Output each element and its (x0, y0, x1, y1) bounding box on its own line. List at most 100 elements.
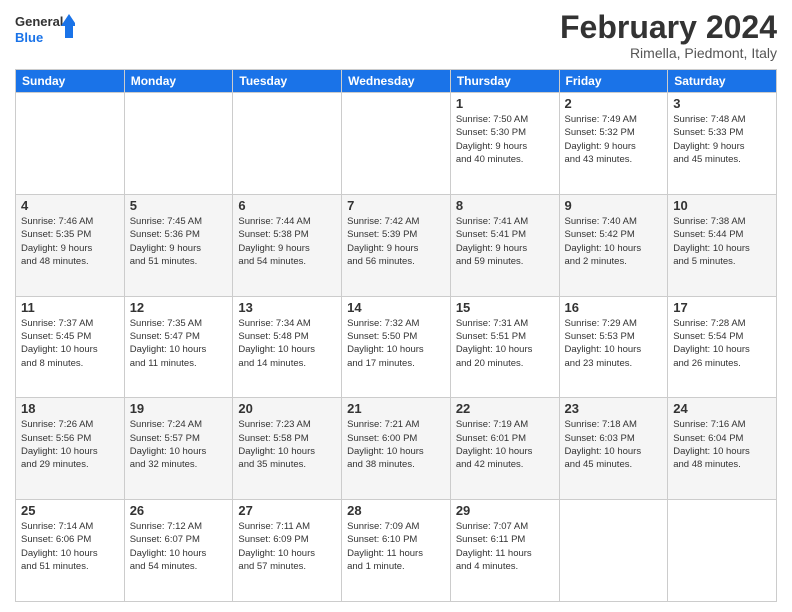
day-number: 26 (130, 503, 228, 518)
day-info: Sunrise: 7:09 AM Sunset: 6:10 PM Dayligh… (347, 520, 445, 573)
day-number: 6 (238, 198, 336, 213)
day-number: 13 (238, 300, 336, 315)
day-number: 4 (21, 198, 119, 213)
week-row-5: 25 Sunrise: 7:14 AM Sunset: 6:06 PM Dayli… (16, 500, 777, 602)
day-number: 15 (456, 300, 554, 315)
subtitle: Rimella, Piedmont, Italy (560, 45, 777, 61)
day-info: Sunrise: 7:48 AM Sunset: 5:33 PM Dayligh… (673, 113, 771, 166)
day-info: Sunrise: 7:19 AM Sunset: 6:01 PM Dayligh… (456, 418, 554, 471)
calendar-cell: 6 Sunrise: 7:44 AM Sunset: 5:38 PM Daylig… (233, 194, 342, 296)
calendar-cell: 27Sunrise: 7:11 AM Sunset: 6:09 PM Dayli… (233, 500, 342, 602)
calendar-cell: 22 Sunrise: 7:19 AM Sunset: 6:01 PM Dayli… (450, 398, 559, 500)
calendar-cell: 17 Sunrise: 7:28 AM Sunset: 5:54 PM Dayli… (668, 296, 777, 398)
weekday-header-wednesday: Wednesday (342, 70, 451, 93)
calendar-header: SundayMondayTuesdayWednesdayThursdayFrid… (16, 70, 777, 93)
day-info: Sunrise: 7:18 AM Sunset: 6:03 PM Dayligh… (565, 418, 663, 471)
calendar-cell: 16 Sunrise: 7:29 AM Sunset: 5:53 PM Dayli… (559, 296, 668, 398)
calendar-cell: 28 Sunrise: 7:09 AM Sunset: 6:10 PM Dayli… (342, 500, 451, 602)
calendar-cell: 20 Sunrise: 7:23 AM Sunset: 5:58 PM Dayli… (233, 398, 342, 500)
day-number: 12 (130, 300, 228, 315)
day-info: Sunrise: 7:28 AM Sunset: 5:54 PM Dayligh… (673, 317, 771, 370)
calendar-cell: 2 Sunrise: 7:49 AM Sunset: 5:32 PM Daylig… (559, 93, 668, 195)
day-number: 5 (130, 198, 228, 213)
day-info: Sunrise: 7:50 AM Sunset: 5:30 PM Dayligh… (456, 113, 554, 166)
weekday-header-monday: Monday (124, 70, 233, 93)
calendar-cell (16, 93, 125, 195)
logo-svg: General Blue (15, 10, 75, 50)
calendar-cell (233, 93, 342, 195)
svg-text:Blue: Blue (15, 30, 43, 45)
day-number: 16 (565, 300, 663, 315)
calendar-cell (342, 93, 451, 195)
day-info: Sunrise: 7:44 AM Sunset: 5:38 PM Dayligh… (238, 215, 336, 268)
calendar-cell: 3 Sunrise: 7:48 AM Sunset: 5:33 PM Daylig… (668, 93, 777, 195)
day-info: Sunrise: 7:12 AM Sunset: 6:07 PM Dayligh… (130, 520, 228, 573)
day-number: 28 (347, 503, 445, 518)
weekday-header-row: SundayMondayTuesdayWednesdayThursdayFrid… (16, 70, 777, 93)
week-row-3: 11 Sunrise: 7:37 AM Sunset: 5:45 PM Dayli… (16, 296, 777, 398)
day-number: 10 (673, 198, 771, 213)
day-number: 2 (565, 96, 663, 111)
header: General Blue February 2024 Rimella, Pied… (15, 10, 777, 61)
day-info: Sunrise: 7:16 AM Sunset: 6:04 PM Dayligh… (673, 418, 771, 471)
calendar-cell (668, 500, 777, 602)
day-number: 8 (456, 198, 554, 213)
calendar-cell: 13 Sunrise: 7:34 AM Sunset: 5:48 PM Dayli… (233, 296, 342, 398)
page: General Blue February 2024 Rimella, Pied… (0, 0, 792, 612)
weekday-header-thursday: Thursday (450, 70, 559, 93)
calendar-cell: 23Sunrise: 7:18 AM Sunset: 6:03 PM Dayli… (559, 398, 668, 500)
day-number: 11 (21, 300, 119, 315)
calendar-cell: 8 Sunrise: 7:41 AM Sunset: 5:41 PM Daylig… (450, 194, 559, 296)
day-info: Sunrise: 7:32 AM Sunset: 5:50 PM Dayligh… (347, 317, 445, 370)
calendar-cell: 24 Sunrise: 7:16 AM Sunset: 6:04 PM Dayli… (668, 398, 777, 500)
calendar-cell: 12Sunrise: 7:35 AM Sunset: 5:47 PM Dayli… (124, 296, 233, 398)
calendar-cell: 11 Sunrise: 7:37 AM Sunset: 5:45 PM Dayli… (16, 296, 125, 398)
calendar-cell: 18 Sunrise: 7:26 AM Sunset: 5:56 PM Dayli… (16, 398, 125, 500)
day-number: 22 (456, 401, 554, 416)
calendar-cell: 15Sunrise: 7:31 AM Sunset: 5:51 PM Dayli… (450, 296, 559, 398)
day-number: 3 (673, 96, 771, 111)
day-info: Sunrise: 7:26 AM Sunset: 5:56 PM Dayligh… (21, 418, 119, 471)
day-info: Sunrise: 7:14 AM Sunset: 6:06 PM Dayligh… (21, 520, 119, 573)
calendar-cell: 7Sunrise: 7:42 AM Sunset: 5:39 PM Daylig… (342, 194, 451, 296)
day-number: 20 (238, 401, 336, 416)
day-info: Sunrise: 7:49 AM Sunset: 5:32 PM Dayligh… (565, 113, 663, 166)
calendar-cell (559, 500, 668, 602)
day-number: 17 (673, 300, 771, 315)
svg-text:General: General (15, 14, 63, 29)
calendar-cell: 4Sunrise: 7:46 AM Sunset: 5:35 PM Daylig… (16, 194, 125, 296)
calendar-cell: 25 Sunrise: 7:14 AM Sunset: 6:06 PM Dayli… (16, 500, 125, 602)
day-info: Sunrise: 7:23 AM Sunset: 5:58 PM Dayligh… (238, 418, 336, 471)
day-number: 19 (130, 401, 228, 416)
week-row-2: 4Sunrise: 7:46 AM Sunset: 5:35 PM Daylig… (16, 194, 777, 296)
calendar-table: SundayMondayTuesdayWednesdayThursdayFrid… (15, 69, 777, 602)
day-info: Sunrise: 7:29 AM Sunset: 5:53 PM Dayligh… (565, 317, 663, 370)
calendar-cell: 14Sunrise: 7:32 AM Sunset: 5:50 PM Dayli… (342, 296, 451, 398)
weekday-header-friday: Friday (559, 70, 668, 93)
weekday-header-saturday: Saturday (668, 70, 777, 93)
day-number: 29 (456, 503, 554, 518)
day-info: Sunrise: 7:40 AM Sunset: 5:42 PM Dayligh… (565, 215, 663, 268)
day-number: 25 (21, 503, 119, 518)
day-info: Sunrise: 7:42 AM Sunset: 5:39 PM Dayligh… (347, 215, 445, 268)
day-number: 18 (21, 401, 119, 416)
day-info: Sunrise: 7:07 AM Sunset: 6:11 PM Dayligh… (456, 520, 554, 573)
day-info: Sunrise: 7:24 AM Sunset: 5:57 PM Dayligh… (130, 418, 228, 471)
day-number: 24 (673, 401, 771, 416)
day-number: 21 (347, 401, 445, 416)
calendar-cell: 5 Sunrise: 7:45 AM Sunset: 5:36 PM Daylig… (124, 194, 233, 296)
calendar-cell: 9Sunrise: 7:40 AM Sunset: 5:42 PM Daylig… (559, 194, 668, 296)
day-info: Sunrise: 7:34 AM Sunset: 5:48 PM Dayligh… (238, 317, 336, 370)
calendar-cell: 29 Sunrise: 7:07 AM Sunset: 6:11 PM Dayli… (450, 500, 559, 602)
calendar-cell: 26 Sunrise: 7:12 AM Sunset: 6:07 PM Dayli… (124, 500, 233, 602)
day-info: Sunrise: 7:21 AM Sunset: 6:00 PM Dayligh… (347, 418, 445, 471)
day-number: 1 (456, 96, 554, 111)
day-info: Sunrise: 7:37 AM Sunset: 5:45 PM Dayligh… (21, 317, 119, 370)
calendar-cell: 21 Sunrise: 7:21 AM Sunset: 6:00 PM Dayli… (342, 398, 451, 500)
day-info: Sunrise: 7:38 AM Sunset: 5:44 PM Dayligh… (673, 215, 771, 268)
calendar-cell: 10 Sunrise: 7:38 AM Sunset: 5:44 PM Dayli… (668, 194, 777, 296)
day-info: Sunrise: 7:41 AM Sunset: 5:41 PM Dayligh… (456, 215, 554, 268)
weekday-header-tuesday: Tuesday (233, 70, 342, 93)
day-info: Sunrise: 7:45 AM Sunset: 5:36 PM Dayligh… (130, 215, 228, 268)
calendar-cell (124, 93, 233, 195)
